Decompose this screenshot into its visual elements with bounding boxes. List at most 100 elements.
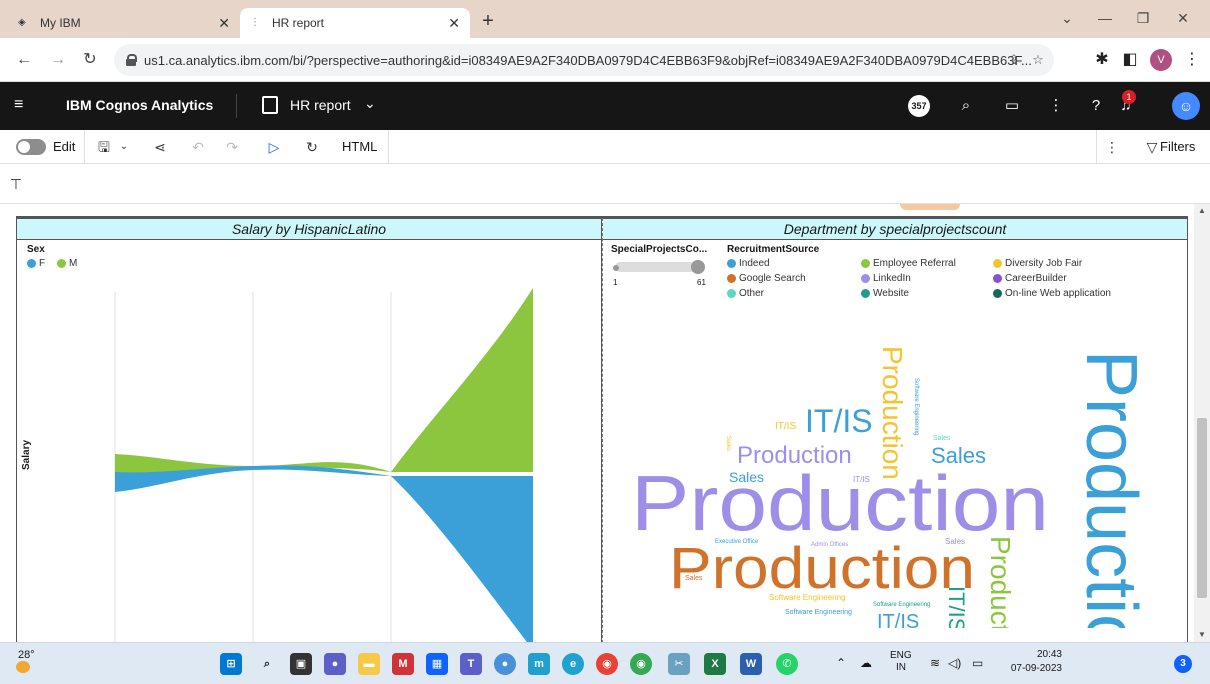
lock-icon [126,54,137,66]
department-chart-panel[interactable]: Department by specialprojectscount Speci… [602,218,1188,642]
share-icon[interactable]: ⇪ [1004,50,1024,70]
store-icon[interactable]: ▦ [426,653,448,675]
save-icon[interactable]: 🖫 [94,137,114,157]
search-icon[interactable]: ⌕ [256,653,278,675]
chrome-icon[interactable]: ◉ [596,653,618,675]
chevron-down-icon[interactable]: ⌄ [114,137,134,157]
user-icon[interactable]: ☺ [1172,92,1200,120]
teams-icon[interactable]: T [460,653,482,675]
scroll-down-icon[interactable]: ▼ [1198,630,1206,639]
weather-temperature[interactable]: 28° [18,649,35,661]
word-sales-vertical-tiny[interactable]: Sales [725,436,731,451]
assistant-badge[interactable]: 357 [908,95,930,117]
tab-hr-report[interactable]: ⋮ HR report ✕ [240,8,470,38]
word-itis-bottom[interactable]: IT/IS [877,611,919,628]
word-software-vertical[interactable]: Software Engineering [913,378,919,435]
back-button[interactable]: ← [12,48,36,72]
word-admin-offices[interactable]: Admin Offices [811,542,848,548]
close-icon[interactable]: ✕ [448,15,460,32]
refresh-icon[interactable]: ↻ [302,137,322,157]
more-options-icon[interactable]: ⋮ [1044,94,1068,118]
filters-label[interactable]: Filters [1160,139,1195,154]
extensions-icon[interactable]: ✱ [1090,48,1114,72]
word-itis-big[interactable]: IT/IS [805,403,873,439]
hamburger-menu-icon[interactable]: ≡ [14,96,32,114]
file-explorer-icon[interactable]: ▬ [358,653,380,675]
clock-time[interactable]: 20:43 [1002,649,1062,661]
tab-my-ibm[interactable]: ◈ My IBM ✕ [8,8,240,38]
task-view-icon[interactable]: ▣ [290,653,312,675]
side-panel-icon[interactable]: ◧ [1118,48,1142,72]
share-icon[interactable]: ⋖ [150,137,170,157]
undo-icon[interactable]: ↶ [188,137,208,157]
word-software-eng-yellow[interactable]: Software Engineering [769,593,846,602]
search-icon[interactable]: ⌕ [954,94,978,118]
redo-icon[interactable]: ↷ [222,137,242,157]
new-tab-button[interactable]: + [476,10,500,34]
vertical-scrollbar[interactable]: ▲ ▼ [1194,204,1210,642]
edit-toggle[interactable] [16,139,46,155]
bookmark-star-icon[interactable]: ☆ [1028,50,1048,70]
reload-button[interactable]: ↻ [78,48,102,72]
chat-icon[interactable]: ▭ [1000,94,1024,118]
forward-button[interactable]: → [46,48,70,72]
filter-icon[interactable]: ▽ [1142,137,1162,157]
series-f-area[interactable] [115,465,533,642]
report-icon [262,96,278,114]
run-icon[interactable]: ▷ [264,137,284,157]
battery-icon[interactable]: ▭ [972,657,983,669]
word-itis-vertical-green[interactable]: IT/IS [944,586,969,628]
profile-avatar[interactable]: V [1150,49,1172,71]
report-title[interactable]: HR report [290,97,351,113]
excel-icon[interactable]: X [704,653,726,675]
mcafee-icon[interactable]: M [392,653,414,675]
language-bottom[interactable]: IN [896,662,906,674]
scroll-up-icon[interactable]: ▲ [1198,206,1206,215]
address-bar[interactable]: us1.ca.analytics.ibm.com/bi/?perspective… [114,44,1054,76]
app-header: ≡ IBM Cognos Analytics HR report ⌄ 357 ⌕… [0,82,1210,130]
chevron-down-icon[interactable]: ⌄ [364,95,376,112]
html-format-label[interactable]: HTML [342,139,377,154]
app-icon[interactable]: ● [494,653,516,675]
word-sales-orange-tiny[interactable]: Sales [685,575,703,582]
myapp-icon[interactable]: m [528,653,550,675]
word-software-eng-blue[interactable]: Software Engineering [785,609,852,616]
scrollbar-thumb[interactable] [1197,418,1207,598]
whatsapp-icon[interactable]: ✆ [776,653,798,675]
word-sales-tiny[interactable]: Sales [933,435,951,442]
word-software-eng-small[interactable]: Software Engineering [873,602,930,608]
windows-start-icon[interactable]: ⊞ [220,653,242,675]
chrome-profile-icon[interactable]: ◉ [630,653,652,675]
word-cloud[interactable]: IT/IS IT/IS Production Sales Sales IT/IS… [603,218,1187,628]
chevron-up-icon[interactable]: ⌃ [836,657,846,669]
word-production-vertical-blue[interactable]: Productio [1071,350,1151,628]
snipping-tool-icon[interactable]: ✂ [668,653,690,675]
language-top[interactable]: ENG [890,650,912,662]
chat-icon[interactable]: ● [324,653,346,675]
stream-chart[interactable] [17,240,601,642]
word-production-vertical-green[interactable]: Productio [985,536,1016,628]
volume-icon[interactable]: ◁) [948,657,961,669]
word-production-big[interactable]: Production [631,459,1049,547]
restore-button[interactable]: ❐ [1128,6,1158,30]
onedrive-icon[interactable]: ☁ [860,657,872,669]
insert-table-icon[interactable]: ⊤ [6,174,26,194]
browser-menu-icon[interactable]: ⋮ [1180,48,1204,72]
notification-count-badge[interactable]: 3 [1174,655,1192,673]
minimize-button[interactable]: — [1090,6,1120,30]
edge-icon[interactable]: e [562,653,584,675]
word-itis-small[interactable]: IT/IS [775,421,796,432]
word-exec-office[interactable]: Executive Office [715,539,759,545]
salary-chart-panel[interactable]: Salary by HispanicLatino Sex F M Salary [16,218,602,642]
series-m-area[interactable] [115,288,533,475]
help-icon[interactable]: ? [1084,94,1108,118]
clock-date[interactable]: 07-09-2023 [1002,663,1062,675]
window-close-button[interactable]: ✕ [1168,6,1198,30]
word-icon[interactable]: W [740,653,762,675]
word-production-vertical-yellow[interactable]: Production [877,346,908,480]
more-options-icon[interactable]: ⋮ [1102,137,1122,157]
chevron-down-icon[interactable]: ⌄ [1052,6,1082,30]
wifi-icon[interactable]: ≋ [930,657,940,669]
word-sales-small-right[interactable]: Sales [945,537,965,546]
close-icon[interactable]: ✕ [218,15,230,32]
